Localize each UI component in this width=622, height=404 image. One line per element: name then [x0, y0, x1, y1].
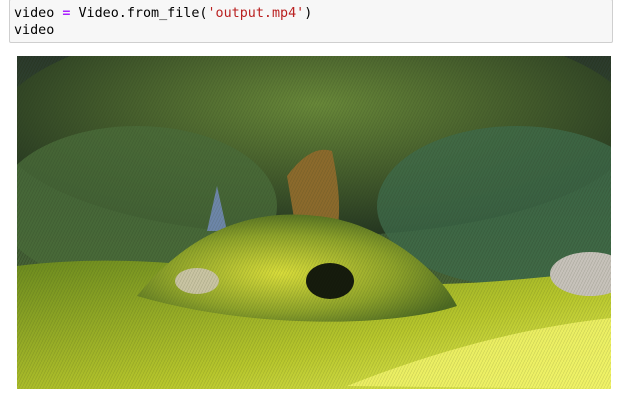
- code-token-operator: =: [62, 6, 71, 21]
- cell-output-area: [17, 56, 611, 389]
- code-line-2: video: [14, 23, 55, 38]
- code-token-var: video: [14, 6, 55, 21]
- code-token-string: 'output.mp4': [207, 6, 305, 21]
- code-token-close: ): [304, 6, 313, 21]
- video-player[interactable]: [17, 56, 611, 389]
- code-cell-input[interactable]: video = Video.from_file('output.mp4') vi…: [9, 0, 613, 43]
- code-token-call: Video.from_file(: [78, 6, 208, 21]
